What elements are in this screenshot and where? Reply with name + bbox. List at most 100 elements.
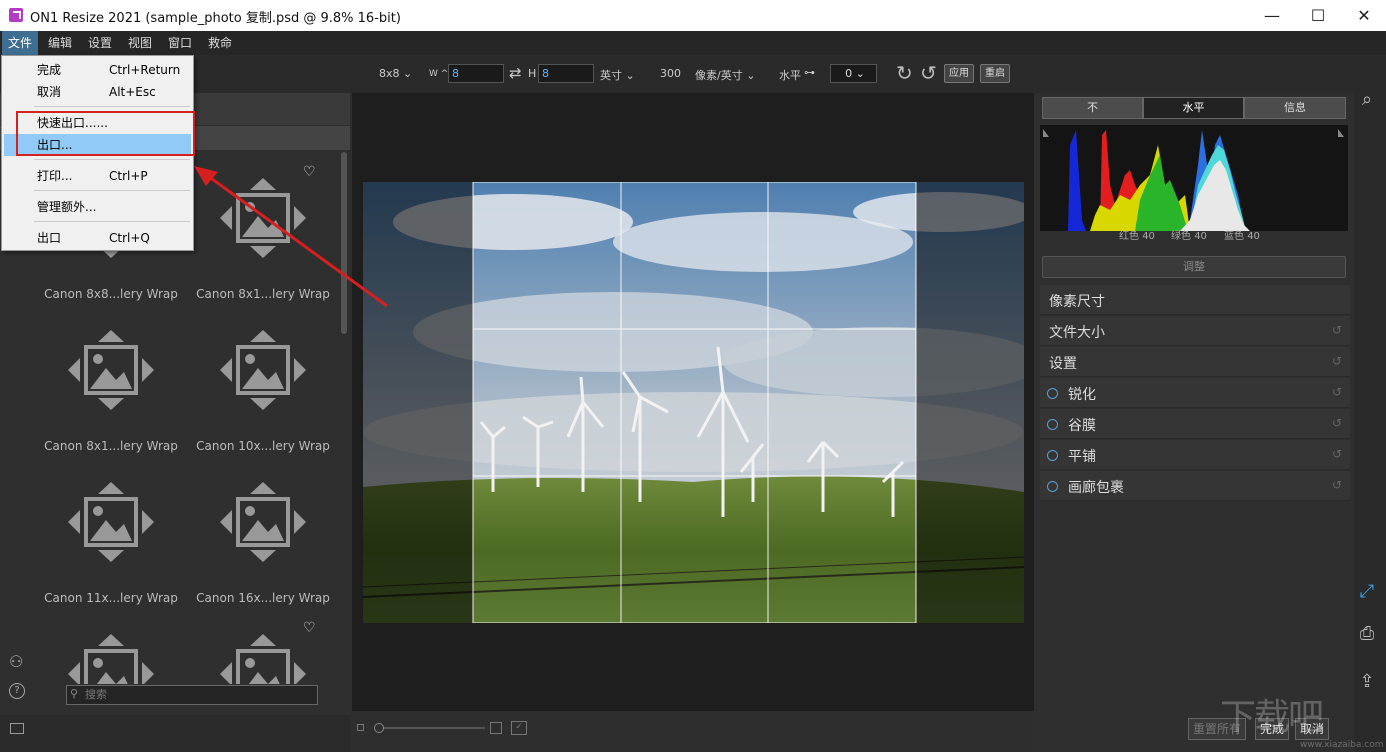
tab-level[interactable]: 水平 xyxy=(1143,97,1244,119)
resize-icon[interactable]: ⤢ xyxy=(1355,580,1379,604)
maximize-button[interactable]: ☐ xyxy=(1295,0,1341,31)
zoom-in-icon[interactable] xyxy=(490,722,502,734)
section-toggle[interactable] xyxy=(1047,419,1058,430)
menu-file[interactable]: 文件 xyxy=(2,31,39,55)
height-input[interactable]: 8 xyxy=(538,64,594,83)
share-icon[interactable]: ⇪ xyxy=(1355,670,1379,694)
user-icon[interactable]: ⚇ xyxy=(9,652,23,671)
section-row[interactable]: 画廊包裹 ↺ xyxy=(1040,471,1350,501)
search-input[interactable]: 搜索 xyxy=(66,685,318,705)
section-row[interactable]: 谷膜 ↺ xyxy=(1040,409,1350,439)
section-row[interactable]: 文件大小 ↺ xyxy=(1040,316,1350,346)
rotate-cw-icon[interactable]: ↺ xyxy=(920,63,937,83)
level-label: 水平 xyxy=(779,69,801,82)
right-toolstrip xyxy=(1354,70,1386,752)
preset-dropdown[interactable]: 8x8 ⌄ xyxy=(379,67,412,80)
preset-thumbnail-icon[interactable] xyxy=(220,482,306,562)
section-row[interactable]: 平铺 ↺ xyxy=(1040,440,1350,470)
reset-section-icon[interactable]: ↺ xyxy=(1332,416,1342,430)
help-icon[interactable]: ? xyxy=(9,683,25,699)
preset-thumbnail-icon[interactable] xyxy=(68,330,154,410)
histogram-red-label: 红色 40 xyxy=(1119,227,1155,242)
rotate-ccw-icon[interactable]: ↻ xyxy=(896,63,913,83)
level-select[interactable]: 0 ⌄ xyxy=(830,64,877,83)
menu-item-label: 出口 xyxy=(37,231,62,245)
close-button[interactable]: ✕ xyxy=(1341,0,1386,31)
menu-separator xyxy=(34,159,190,160)
width-input[interactable]: 8 xyxy=(448,64,504,83)
section-toggle[interactable] xyxy=(1047,388,1058,399)
watermark: 下载吧 xyxy=(1220,697,1324,738)
section-toggle[interactable] xyxy=(1047,450,1058,461)
section-label: 锐化 xyxy=(1068,387,1096,403)
zoom-out-icon[interactable] xyxy=(357,724,364,731)
green-label: 绿色 xyxy=(1171,231,1191,242)
file-menu-item[interactable]: 出口 Ctrl+Q xyxy=(4,227,191,249)
menu-item-shortcut: Ctrl+Q xyxy=(109,231,150,245)
resolution-value[interactable]: 300 xyxy=(660,67,681,80)
photo-preview[interactable] xyxy=(363,182,1024,623)
file-menu-item[interactable]: 打印... Ctrl+P xyxy=(4,165,191,187)
reset-section-icon[interactable]: ↺ xyxy=(1332,354,1342,368)
preset-value: 8x8 xyxy=(379,67,400,80)
preset-thumbnail-icon[interactable] xyxy=(220,330,306,410)
preset-thumbnail-icon[interactable] xyxy=(68,482,154,562)
menu-view[interactable]: 视图 xyxy=(122,31,158,55)
reset-button[interactable]: 重启 xyxy=(980,64,1010,83)
section-label: 谷膜 xyxy=(1068,418,1096,434)
preset-label: Canon 8x8...lery Wrap xyxy=(44,287,178,301)
file-menu-item[interactable]: 完成 Ctrl+Return xyxy=(4,59,191,81)
menu-separator xyxy=(34,106,190,107)
window-title: ON1 Resize 2021 (sample_photo 复制.psd @ 9… xyxy=(30,11,401,26)
resolution-unit-dropdown[interactable]: 像素/英寸 ⌄ xyxy=(695,67,755,83)
adjust-button[interactable]: 调整 xyxy=(1042,256,1346,278)
preset-label: Canon 10x...lery Wrap xyxy=(196,439,330,453)
zoom-slider-handle[interactable] xyxy=(374,723,384,733)
section-row[interactable]: 像素尺寸 xyxy=(1040,285,1350,315)
compare-icon[interactable]: ✓ xyxy=(511,721,527,735)
menu-settings[interactable]: 设置 xyxy=(82,31,118,55)
section-label: 画廊包裹 xyxy=(1068,480,1124,496)
reset-section-icon[interactable]: ↺ xyxy=(1332,447,1342,461)
blue-label: 蓝色 xyxy=(1224,231,1244,242)
menu-edit[interactable]: 编辑 xyxy=(42,31,78,55)
reset-section-icon[interactable]: ↺ xyxy=(1332,385,1342,399)
preset-thumbnail-icon[interactable] xyxy=(220,634,306,684)
unit-value: 英寸 xyxy=(600,69,622,82)
apply-button[interactable]: 应用 xyxy=(944,64,974,83)
menu-separator xyxy=(34,221,190,222)
unit-dropdown[interactable]: 英寸 ⌄ xyxy=(600,67,635,83)
toolbar xyxy=(0,55,1386,93)
zoom-slider[interactable] xyxy=(375,727,485,729)
tab-info[interactable]: 信息 xyxy=(1244,97,1346,119)
minimize-button[interactable]: — xyxy=(1249,0,1295,31)
panel-toggle-icon[interactable] xyxy=(10,723,24,734)
zoom-icon[interactable]: ⌕ xyxy=(1355,88,1379,112)
section-row[interactable]: 锐化 ↺ xyxy=(1040,378,1350,408)
section-row[interactable]: 设置 ↺ xyxy=(1040,347,1350,377)
menu-item-label: 完成 xyxy=(37,63,62,77)
menu-help[interactable]: 救命 xyxy=(202,31,238,55)
menu-item-label: 管理额外... xyxy=(37,200,97,214)
red-value: 40 xyxy=(1142,231,1155,242)
section-label: 文件大小 xyxy=(1049,325,1105,341)
chevron-down-icon: ⌄ xyxy=(746,69,756,82)
menu-item-label: 打印... xyxy=(37,169,73,183)
favorite-heart-icon[interactable]: ♡ xyxy=(303,620,316,636)
section-toggle[interactable] xyxy=(1047,481,1058,492)
reset-section-icon[interactable]: ↺ xyxy=(1332,478,1342,492)
file-menu-item[interactable]: 取消 Alt+Esc xyxy=(4,81,191,103)
menu-window[interactable]: 窗口 xyxy=(162,31,198,55)
print-icon[interactable]: ⎙ xyxy=(1355,622,1379,646)
blue-value: 40 xyxy=(1247,231,1260,242)
swap-icon[interactable]: ⇄ xyxy=(509,64,522,82)
section-label: 平铺 xyxy=(1068,449,1096,465)
tab-none[interactable]: 不 xyxy=(1042,97,1143,119)
preset-thumbnail-icon[interactable] xyxy=(68,634,154,684)
menu-item-shortcut: Alt+Esc xyxy=(109,85,156,99)
reset-section-icon[interactable]: ↺ xyxy=(1332,323,1342,337)
section-label: 像素尺寸 xyxy=(1049,294,1105,310)
histogram-green-label: 绿色 40 xyxy=(1171,227,1207,242)
file-menu-item[interactable]: 管理额外... xyxy=(4,196,191,218)
menu-item-label: 取消 xyxy=(37,85,62,99)
